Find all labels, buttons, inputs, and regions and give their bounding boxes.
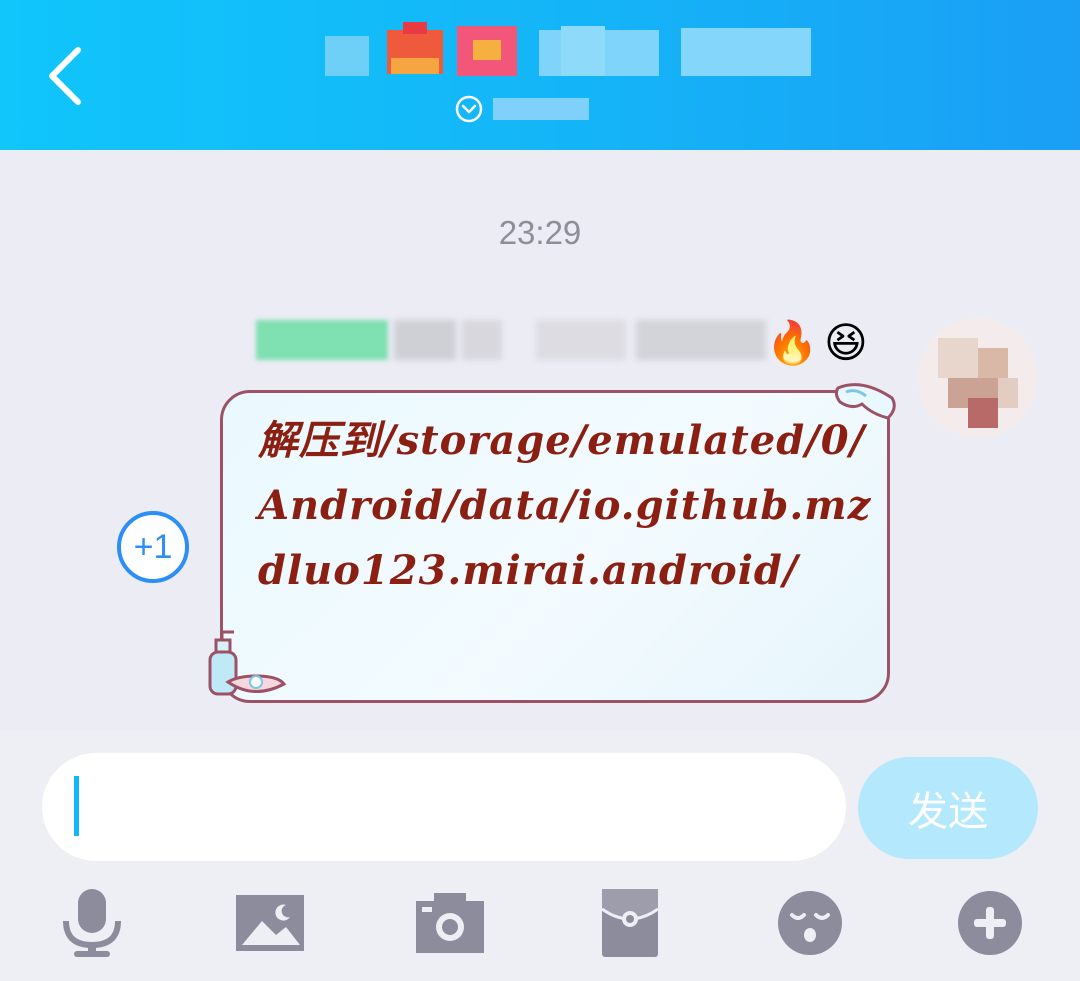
image-button[interactable] <box>230 885 310 961</box>
image-icon <box>236 895 304 951</box>
emoji-icon <box>778 891 842 955</box>
chat-subtitle <box>493 98 589 120</box>
chevron-down-icon <box>455 95 483 123</box>
plus-icon <box>958 891 1022 955</box>
emoji-button[interactable] <box>770 885 850 961</box>
sender-info[interactable]: 🔥 😆 <box>256 318 876 368</box>
plus-one-button[interactable]: +1 <box>117 511 189 583</box>
message-input[interactable] <box>42 753 846 861</box>
chat-header <box>0 0 1080 150</box>
red-packet-icon <box>601 889 659 957</box>
sender-nickname <box>394 320 456 360</box>
more-button[interactable] <box>950 885 1030 961</box>
fire-icon: 🔥 <box>766 318 819 367</box>
back-button[interactable] <box>38 40 98 110</box>
chat-title[interactable] <box>325 22 815 84</box>
sender-badge <box>256 320 388 360</box>
text-caret <box>74 776 79 836</box>
chevron-left-icon <box>49 47 81 105</box>
avatar[interactable] <box>918 318 1038 438</box>
soap-dispenser-decoration-icon <box>208 630 287 696</box>
chat-subtitle-row[interactable] <box>455 92 655 126</box>
message-timestamp: 23:29 <box>498 214 582 251</box>
red-packet-button[interactable] <box>590 885 670 961</box>
message-text: 解压到/storage/emulated/0/Android/data/io.g… <box>258 417 872 594</box>
voice-button[interactable] <box>52 885 132 961</box>
microphone-icon <box>63 889 121 957</box>
camera-icon <box>416 893 484 953</box>
laughing-flower-icon: 😆 <box>824 318 868 367</box>
camera-button[interactable] <box>410 885 490 961</box>
send-button[interactable]: 发送 <box>858 757 1038 859</box>
